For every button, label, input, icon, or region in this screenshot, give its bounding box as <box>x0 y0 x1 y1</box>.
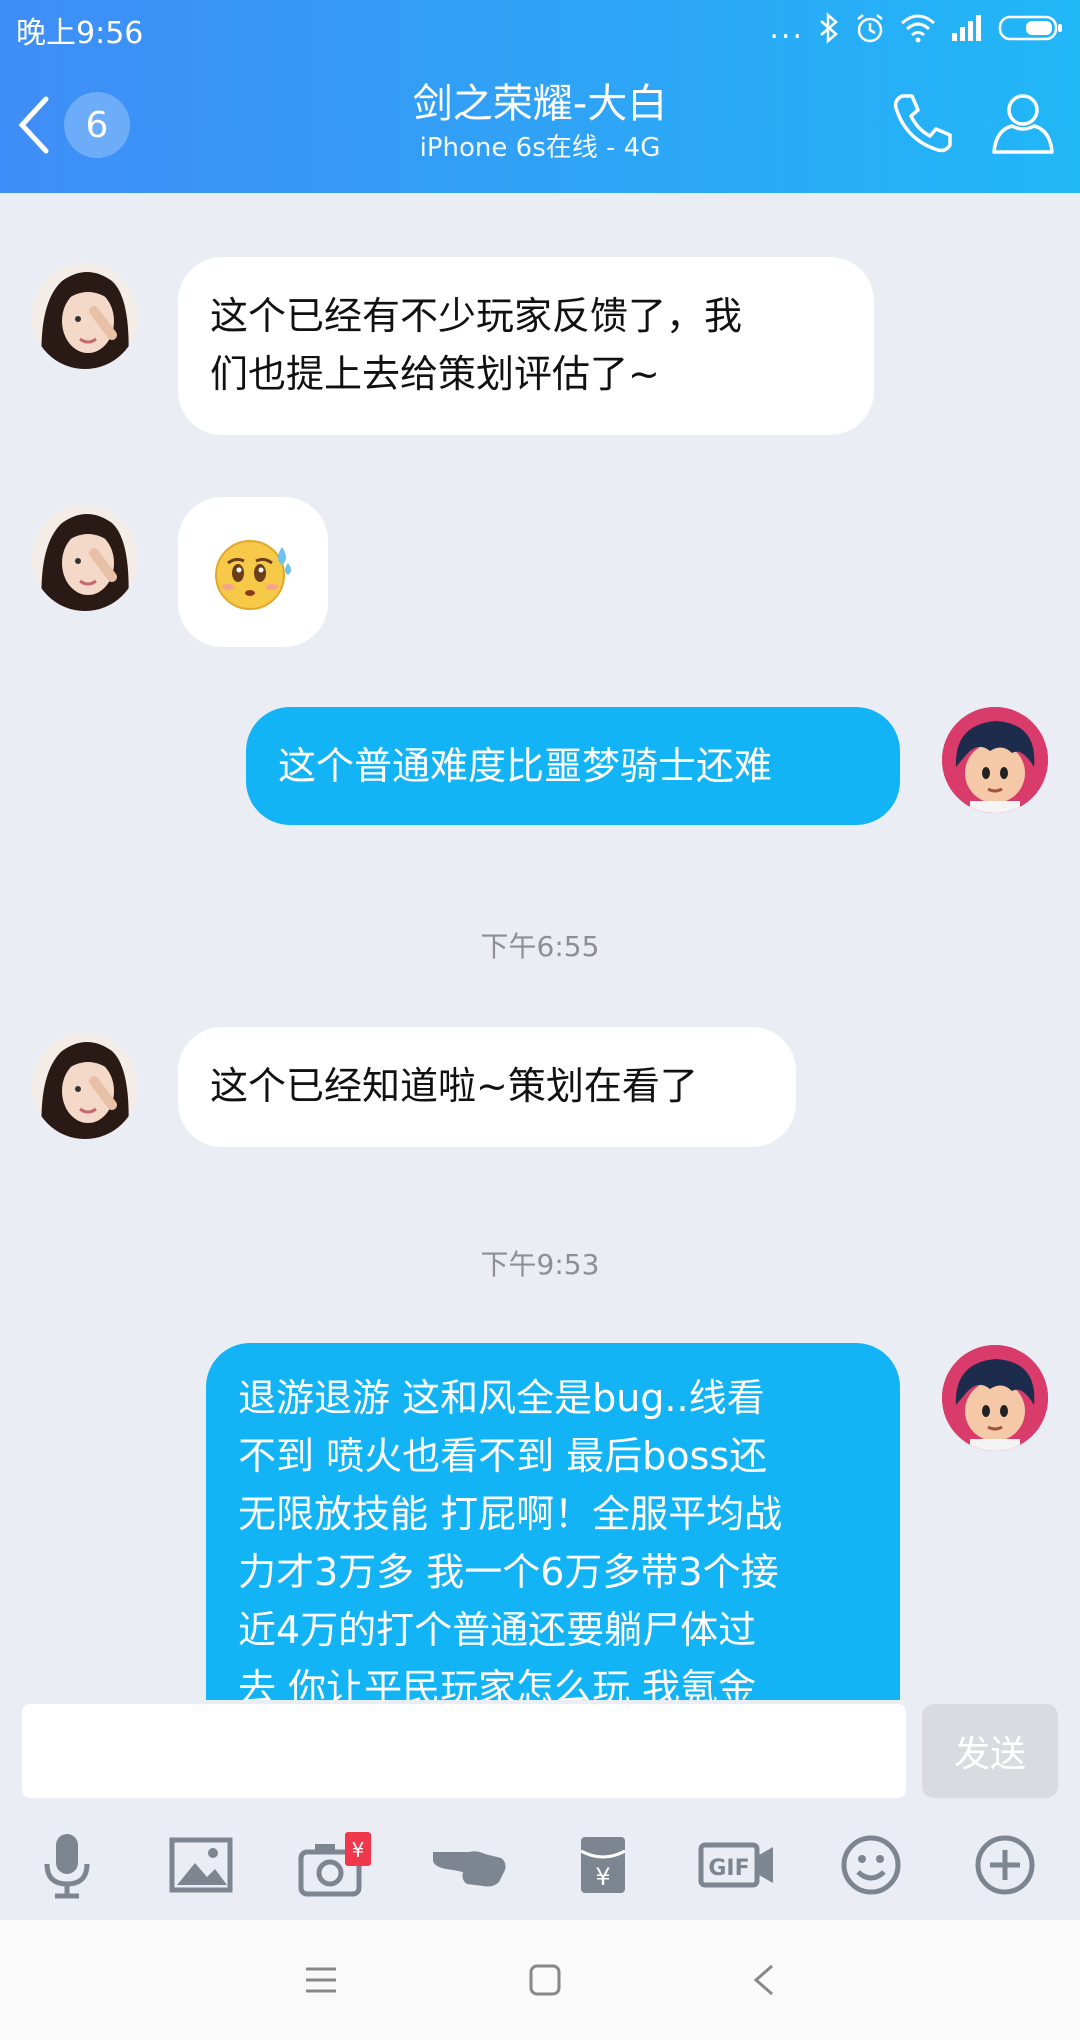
cartoon-boy-avatar-icon <box>942 707 1048 813</box>
my-avatar[interactable] <box>942 707 1048 813</box>
svg-text:¥: ¥ <box>595 1863 610 1891</box>
message-text-line: 们也提上去给策划评估了~ <box>210 352 660 396</box>
chat-area[interactable]: 这个已经有不少玩家反馈了，我 们也提上去给策划评估了~ 这个普通难度比噩梦骑士还… <box>0 193 1080 1700</box>
svg-text:GIF: GIF <box>708 1856 749 1881</box>
camera-redpacket-icon: ¥ <box>298 1832 371 1897</box>
message-text-line: 不到 喷火也看不到 最后boss还 <box>238 1434 768 1478</box>
home-icon[interactable] <box>528 1963 562 1997</box>
gif-icon: GIF <box>698 1842 773 1888</box>
red-packet-button[interactable]: ¥ <box>536 1810 670 1920</box>
contact-photo-icon <box>32 263 138 369</box>
image-button[interactable] <box>134 1810 268 1920</box>
message-text-line: 去 你让平民玩家怎么玩 我氪金 <box>238 1666 757 1700</box>
message-timestamp: 下午9:53 <box>480 1248 600 1281</box>
profile-button[interactable] <box>988 88 1058 158</box>
contact-photo-icon <box>32 1033 138 1139</box>
my-avatar[interactable] <box>942 1345 1048 1451</box>
svg-text:¥: ¥ <box>352 1838 365 1862</box>
phone-icon <box>893 94 952 153</box>
message-timestamp: 下午6:55 <box>480 930 600 963</box>
system-nav-bar <box>0 1920 1080 2040</box>
person-icon <box>992 94 1054 154</box>
message-bubble-incoming[interactable]: 这个已经有不少玩家反馈了，我 们也提上去给策划评估了~ <box>178 257 874 435</box>
cartoon-boy-avatar-icon <box>942 1345 1048 1451</box>
emoji-icon <box>841 1835 901 1895</box>
alarm-icon <box>857 14 883 43</box>
voice-button[interactable] <box>0 1810 134 1920</box>
more-dots-icon: ... <box>769 10 804 46</box>
microphone-icon <box>44 1834 90 1899</box>
status-time: 晚上9:56 <box>16 16 144 51</box>
signal-icon <box>952 15 981 41</box>
call-button[interactable] <box>888 88 958 158</box>
plus-icon <box>975 1835 1035 1895</box>
battery-icon <box>998 15 1062 41</box>
input-row: 发送 <box>0 1700 1080 1804</box>
message-text-line: 这个已经知道啦~策划在看了 <box>210 1064 698 1108</box>
contact-avatar[interactable] <box>32 1033 138 1139</box>
emoji-button[interactable] <box>804 1810 938 1920</box>
message-text-line: 力才3万多 我一个6万多带3个接 <box>238 1550 779 1594</box>
message-text-line: 退游退游 这和风全是bug..线看 <box>238 1376 765 1420</box>
message-bubble-emoji[interactable] <box>178 497 328 647</box>
top-header: 晚上9:56 ... 6 剑之荣耀-大白 iPhone 6s在线 - 4G <box>0 0 1080 193</box>
anxious-sweat-emoji-icon <box>215 540 291 610</box>
menu-icon[interactable] <box>304 1965 338 1995</box>
message-text-line: 这个普通难度比噩梦骑士还难 <box>278 744 773 788</box>
gif-button[interactable]: GIF <box>670 1810 804 1920</box>
contact-avatar[interactable] <box>32 505 138 611</box>
message-bubble-outgoing[interactable]: 这个普通难度比噩梦骑士还难 <box>246 707 900 825</box>
contact-avatar[interactable] <box>32 263 138 369</box>
camera-button[interactable]: ¥ <box>268 1810 402 1920</box>
message-text-line: 这个已经有不少玩家反馈了，我 <box>210 294 743 338</box>
message-bubble-incoming[interactable]: 这个已经知道啦~策划在看了 <box>178 1027 796 1147</box>
wifi-icon <box>901 14 935 43</box>
image-icon <box>169 1837 233 1893</box>
poke-icon <box>433 1851 506 1887</box>
message-input[interactable] <box>22 1704 906 1798</box>
message-text-line: 无限放技能 打屁啊！全服平均战 <box>238 1492 783 1536</box>
status-icons: ... <box>769 8 1064 48</box>
redpacket-icon: ¥ <box>580 1837 626 1893</box>
back-nav-icon[interactable] <box>752 1963 776 1997</box>
message-bubble-outgoing[interactable]: 退游退游 这和风全是bug..线看 不到 喷火也看不到 最后boss还 无限放技… <box>206 1343 900 1700</box>
more-button[interactable] <box>938 1810 1072 1920</box>
contact-photo-icon <box>32 505 138 611</box>
bluetooth-icon <box>820 12 838 44</box>
poke-button[interactable] <box>402 1810 536 1920</box>
send-button[interactable]: 发送 <box>922 1704 1058 1798</box>
message-text-line: 近4万的打个普通还要躺尸体过 <box>238 1608 757 1652</box>
chat-toolbar: ¥ ¥ GIF <box>0 1810 1080 1920</box>
